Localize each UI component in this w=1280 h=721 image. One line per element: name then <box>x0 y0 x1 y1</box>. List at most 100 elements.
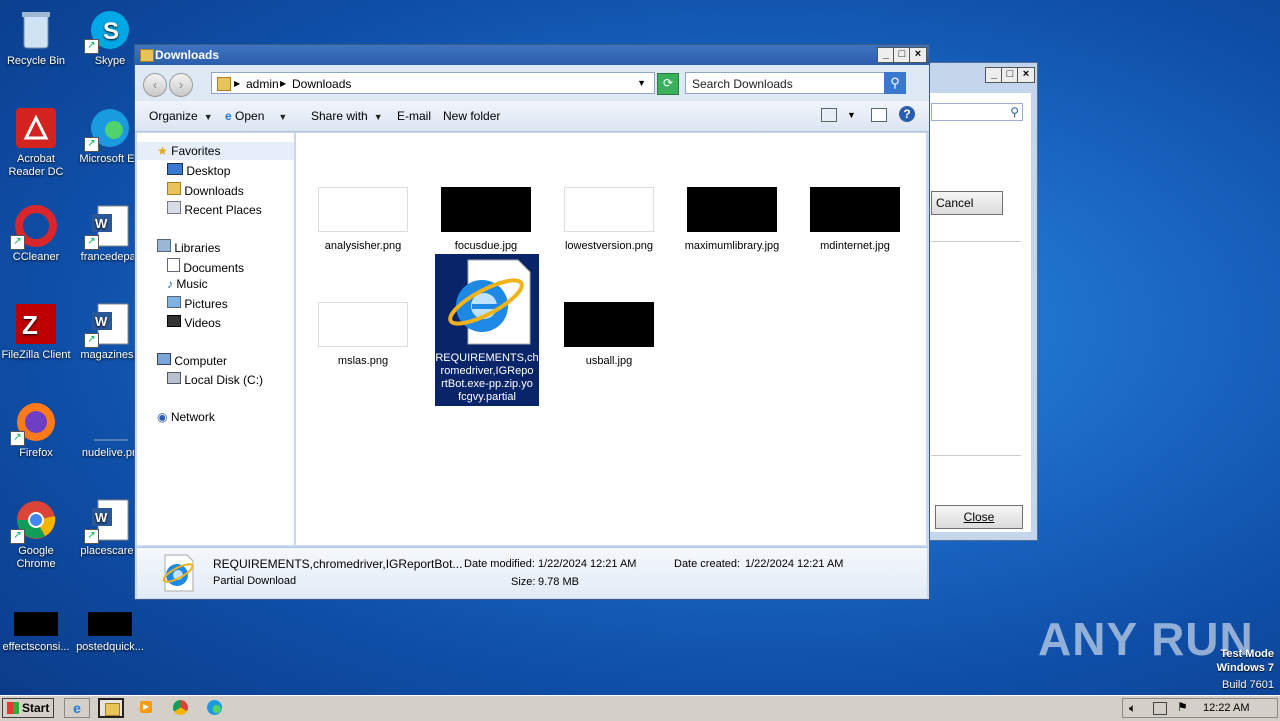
volume-icon[interactable]: 🔈︎ <box>1129 701 1136 716</box>
chevron-down-icon[interactable]: ▼ <box>847 110 856 120</box>
shortcut-arrow-icon: ↗ <box>84 39 99 54</box>
nav-computer[interactable]: Computer <box>157 353 227 368</box>
start-button[interactable]: Start <box>2 698 54 718</box>
explorer-taskbar-icon[interactable] <box>98 698 124 718</box>
preview-pane-icon[interactable] <box>871 108 887 122</box>
file-item[interactable]: focusdue.jpg <box>431 187 541 252</box>
image-thumbnail <box>318 302 408 347</box>
desktop-icon-recycle-bin[interactable]: Recycle Bin <box>0 8 74 68</box>
desktop-icon-effectsconsi[interactable]: effectsconsi... <box>0 612 74 654</box>
word-doc-icon: W ↗ <box>84 498 132 544</box>
image-thumbnail <box>564 187 654 232</box>
file-name: usball.jpg <box>585 355 633 367</box>
address-bar[interactable]: ▶ admin ▶ Downloads ▼ <box>211 72 655 94</box>
nav-videos[interactable]: Videos <box>167 315 221 330</box>
chevron-right-icon[interactable]: ▶ <box>280 79 286 88</box>
bg-search-box[interactable]: ⚲ <box>931 103 1023 121</box>
svg-text:W: W <box>95 216 108 231</box>
desktop-icon-chrome[interactable]: ↗ Google Chrome <box>0 498 74 571</box>
svg-text:S: S <box>103 18 119 45</box>
nav-favorites[interactable]: ★ Favorites <box>157 144 220 158</box>
nav-label: Downloads <box>184 184 244 198</box>
edge-taskbar-icon[interactable] <box>202 698 228 718</box>
chevron-right-icon[interactable]: ▶ <box>234 79 240 88</box>
search-input[interactable]: Search Downloads ⚲ <box>685 72 906 94</box>
breadcrumb-downloads[interactable]: Downloads <box>292 77 351 91</box>
shortcut-arrow-icon: ↗ <box>84 333 99 348</box>
nav-libraries[interactable]: Libraries <box>157 239 220 255</box>
action-center-flag-icon[interactable]: ⚑ <box>1177 700 1188 714</box>
black-image-icon <box>88 612 132 638</box>
recycle-bin-icon <box>14 8 58 52</box>
nav-downloads[interactable]: Downloads <box>167 182 244 198</box>
refresh-button[interactable]: ⟳ <box>657 73 679 95</box>
desktop-icon-label: Acrobat Reader DC <box>8 153 64 178</box>
ie-icon <box>159 554 195 592</box>
music-icon: ♪ <box>167 277 173 291</box>
nav-label: Videos <box>184 316 221 330</box>
nav-label: Desktop <box>186 164 231 178</box>
search-icon[interactable]: ⚲ <box>884 72 906 94</box>
nav-network[interactable]: ◉ Network <box>157 410 215 424</box>
new-folder-button[interactable]: New folder <box>443 109 500 123</box>
explorer-window: Downloads _ □ × ‹ › ▶ admin ▶ Downloads … <box>134 44 930 600</box>
file-item[interactable]: analysisher.png <box>308 187 418 252</box>
nav-pictures[interactable]: Pictures <box>167 296 228 311</box>
share-with-button[interactable]: Share with ▼ <box>311 109 383 123</box>
image-thumbnail <box>564 302 654 347</box>
cancel-button[interactable]: Cancel <box>931 191 1003 215</box>
windows-logo-icon <box>7 702 19 714</box>
open-button[interactable]: e Open ▼ <box>225 109 287 123</box>
desktop-icon-label: CCleaner <box>12 251 60 263</box>
file-item[interactable]: mdinternet.jpg <box>800 187 910 252</box>
chevron-down-icon[interactable]: ▼ <box>637 78 646 88</box>
drive-icon <box>167 372 181 384</box>
file-item[interactable]: mslas.png <box>308 302 418 367</box>
media-player-icon[interactable]: ▶ <box>134 698 160 718</box>
view-options-icon[interactable] <box>821 108 837 122</box>
title-bar[interactable]: Downloads _ □ × <box>135 45 929 65</box>
nav-label: Local Disk (C:) <box>184 373 264 387</box>
image-file-icon <box>88 400 132 444</box>
nav-music[interactable]: ♪ Music <box>167 277 208 291</box>
nav-label: Pictures <box>184 297 228 311</box>
help-icon[interactable]: ? <box>899 106 915 122</box>
desktop-icon-label: FileZilla Client <box>1 349 71 361</box>
file-name: analysisher.png <box>324 240 402 252</box>
desktop-icon-ccleaner[interactable]: ↗ CCleaner <box>0 204 74 264</box>
nav-recent-places[interactable]: Recent Places <box>167 201 262 217</box>
network-icon[interactable] <box>1153 702 1167 715</box>
file-item[interactable]: usball.jpg <box>554 302 664 367</box>
nav-documents[interactable]: Documents <box>167 258 244 275</box>
breadcrumb-admin[interactable]: admin <box>246 77 279 91</box>
window-title: Downloads <box>155 48 220 62</box>
close-button[interactable]: × <box>909 47 927 63</box>
file-item[interactable]: lowestversion.png <box>554 187 664 252</box>
desktop-icon-acrobat[interactable]: Acrobat Reader DC <box>0 106 74 179</box>
edge-icon: ↗ <box>84 106 132 152</box>
back-button[interactable]: ‹ <box>143 73 167 97</box>
file-item[interactable]: maximumlibrary.jpg <box>677 187 787 252</box>
file-name: lowestversion.png <box>564 240 654 252</box>
desktop-icon-filezilla[interactable]: Z FileZilla Client <box>0 302 74 362</box>
email-button[interactable]: E-mail <box>397 109 431 123</box>
clock[interactable]: 12:22 AM <box>1203 702 1249 714</box>
nav-label: Network <box>170 410 215 424</box>
shortcut-arrow-icon: ↗ <box>84 529 99 544</box>
close-button[interactable]: Close <box>935 505 1023 529</box>
nav-desktop[interactable]: Desktop <box>167 163 230 178</box>
file-name: mdinternet.jpg <box>820 240 890 252</box>
forward-button[interactable]: › <box>169 73 193 97</box>
organize-button[interactable]: Organize ▼ <box>149 109 213 123</box>
file-name: focusdue.jpg <box>454 240 518 252</box>
desktop-icon-firefox[interactable]: ↗ Firefox <box>0 400 74 460</box>
nav-local-disk[interactable]: Local Disk (C:) <box>167 372 263 387</box>
bg-close-button[interactable]: × <box>1017 67 1035 83</box>
shortcut-arrow-icon: ↗ <box>10 235 25 250</box>
desktop-icon-postedquick[interactable]: postedquick... <box>72 612 148 654</box>
chrome-taskbar-icon[interactable] <box>168 698 194 718</box>
ie-taskbar-icon[interactable]: e <box>64 698 90 718</box>
file-item-selected[interactable]: REQUIREMENTS,ch romedriver,IGRepo rtBot.… <box>435 254 539 406</box>
share-with-label: Share with <box>311 109 368 123</box>
svg-text:W: W <box>95 510 108 525</box>
